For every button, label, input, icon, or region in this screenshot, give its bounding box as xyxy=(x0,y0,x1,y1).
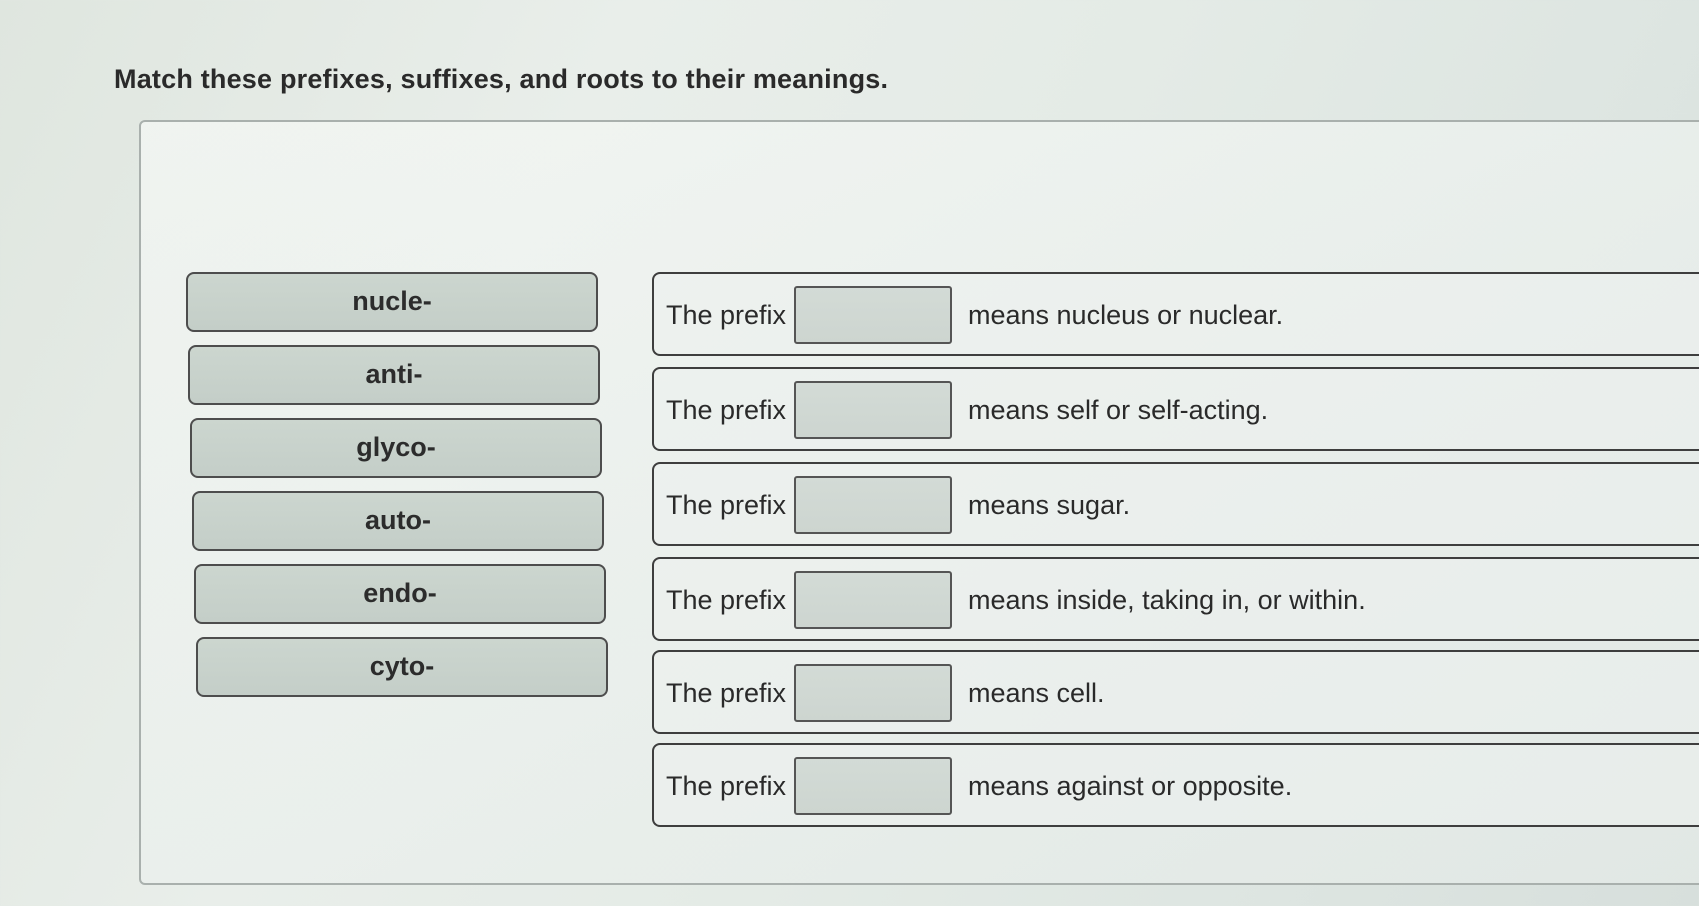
answer-tile-cyto[interactable]: cyto- xyxy=(196,637,608,697)
row-meaning: means inside, taking in, or within. xyxy=(968,585,1366,615)
row-prefix-text: The prefix xyxy=(666,490,787,520)
answer-tile-nucle[interactable]: nucle- xyxy=(186,272,598,332)
row-meaning: means self or self-acting. xyxy=(968,395,1269,425)
match-row: The prefix means cell. xyxy=(652,650,1699,734)
match-row: The prefix means sugar. xyxy=(652,462,1699,546)
match-row: The prefix means nucleus or nuclear. xyxy=(652,272,1699,356)
match-row: The prefix means against or opposite. xyxy=(652,743,1699,827)
answer-tile-glyco[interactable]: glyco- xyxy=(190,418,602,478)
row-meaning: means sugar. xyxy=(968,490,1131,520)
answer-tile-auto[interactable]: auto- xyxy=(192,491,604,551)
answer-tile-endo[interactable]: endo- xyxy=(194,564,606,624)
row-meaning: means cell. xyxy=(968,678,1105,708)
match-row: The prefix means inside, taking in, or w… xyxy=(652,557,1699,641)
drop-target[interactable] xyxy=(794,286,952,344)
row-meaning: means nucleus or nuclear. xyxy=(968,300,1284,330)
drop-target[interactable] xyxy=(794,381,952,439)
row-meaning: means against or opposite. xyxy=(968,771,1293,801)
row-prefix-text: The prefix xyxy=(666,585,787,615)
row-prefix-text: The prefix xyxy=(666,395,787,425)
question-title: Match these prefixes, suffixes, and root… xyxy=(114,64,889,94)
drop-target[interactable] xyxy=(794,757,952,815)
row-prefix-text: The prefix xyxy=(666,771,787,801)
row-prefix-text: The prefix xyxy=(666,300,787,330)
row-prefix-text: The prefix xyxy=(666,678,787,708)
drop-target[interactable] xyxy=(794,476,952,534)
answer-tile-anti[interactable]: anti- xyxy=(188,345,600,405)
drop-target[interactable] xyxy=(794,664,952,722)
match-row: The prefix means self or self-acting. xyxy=(652,367,1699,451)
drop-target[interactable] xyxy=(794,571,952,629)
